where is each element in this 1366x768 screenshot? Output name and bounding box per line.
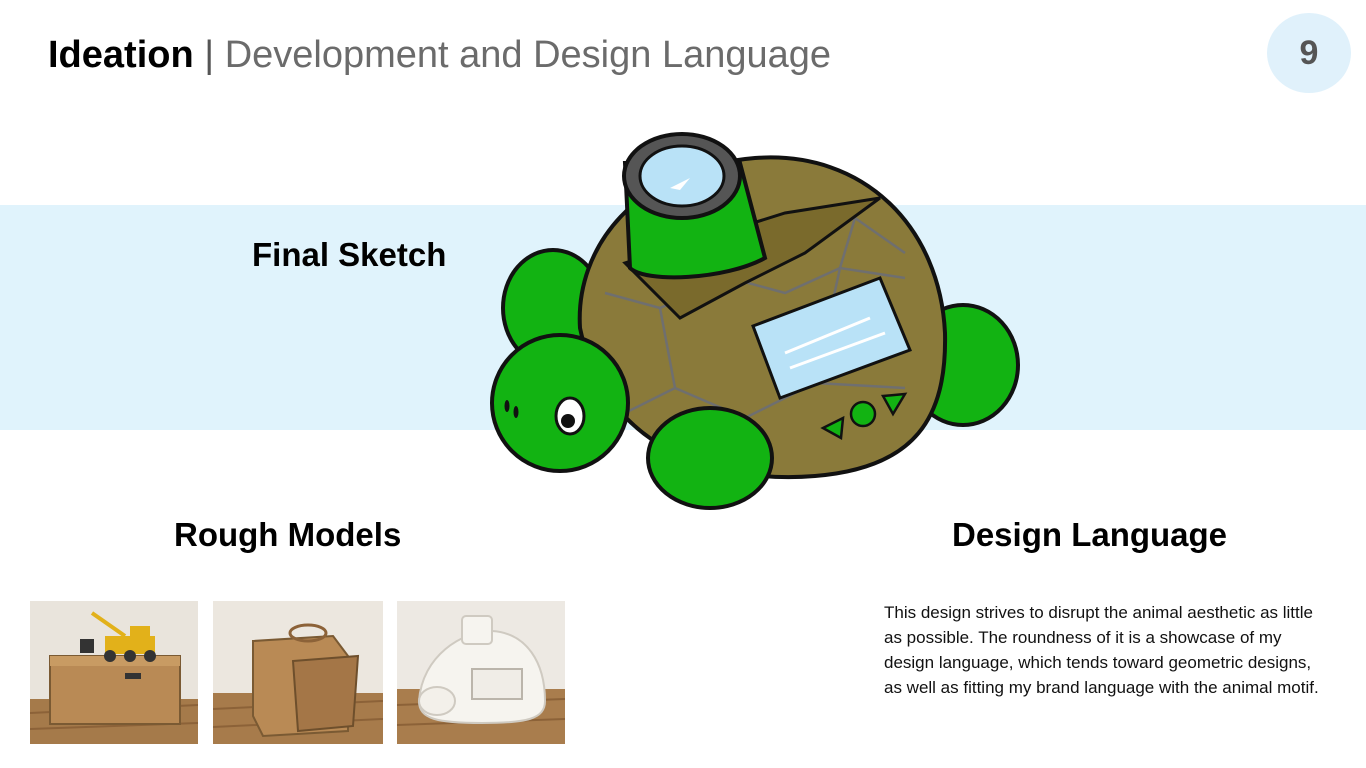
title-separator: |: [204, 34, 215, 76]
design-description: This design strives to disrupt the anima…: [884, 603, 1319, 697]
rough-model-photo-2: [213, 601, 383, 744]
page-number: 9: [1299, 33, 1319, 72]
rough-models-heading: Rough Models: [174, 516, 402, 553]
title-subtitle: Development and Design Language: [224, 34, 832, 76]
page-title: Ideation | Development and Design Langua…: [48, 30, 831, 80]
rough-model-photo-3: [397, 601, 565, 744]
rough-model-photo-1: [30, 601, 198, 744]
design-language-heading: Design Language: [952, 516, 1228, 553]
final-sketch-heading: Final Sketch: [252, 236, 447, 273]
turtle-sketch-image: [490, 132, 1020, 510]
page-number-badge: 9: [1267, 13, 1351, 93]
title-bold: Ideation: [48, 34, 194, 76]
